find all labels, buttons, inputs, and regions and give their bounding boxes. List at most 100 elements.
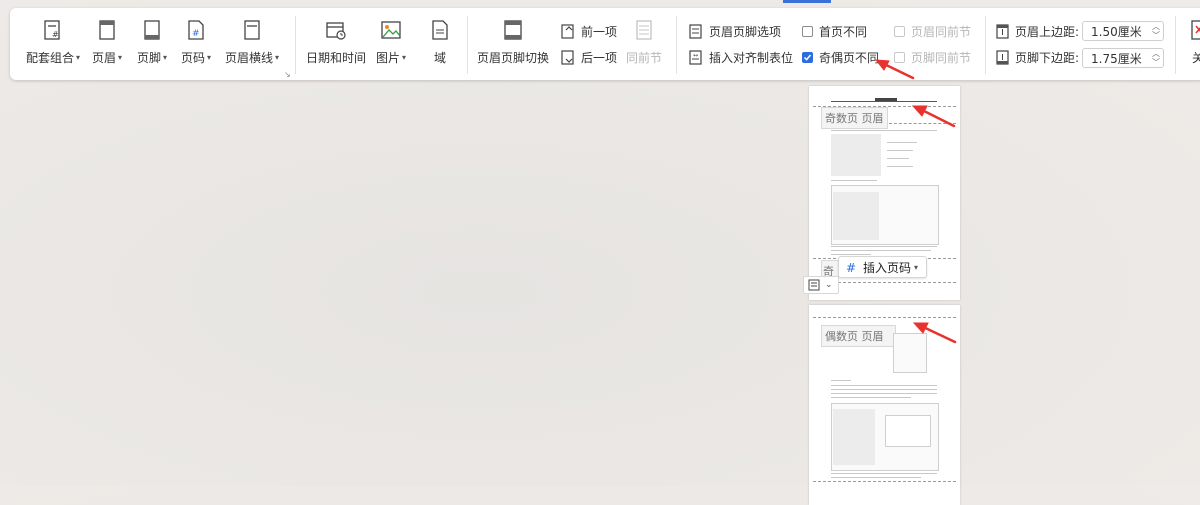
next-item-icon xyxy=(560,49,576,65)
checkbox-checked-icon[interactable] xyxy=(802,51,813,63)
text-line xyxy=(831,477,921,478)
footer-label: 页脚 xyxy=(137,51,162,65)
dialog-block xyxy=(885,415,931,447)
text-line xyxy=(887,150,913,151)
svg-text:#: # xyxy=(192,29,200,39)
odd-even-different-checkbox[interactable]: 奇偶页不同 xyxy=(802,48,879,66)
page-options-button[interactable]: ⌄ xyxy=(803,276,839,294)
header-top-margin-spinner[interactable]: ︿﹀ xyxy=(1082,21,1164,41)
header-top-margin-input[interactable] xyxy=(1083,23,1151,39)
header-line-label: 页眉横线 xyxy=(225,51,274,65)
screenshot-block xyxy=(893,333,927,373)
next-item-button[interactable]: 后一项 xyxy=(560,48,617,66)
insert-alignment-tab-button[interactable]: ↔ 插入对齐制表位 xyxy=(688,48,793,66)
page-number-label: 页码 xyxy=(181,51,206,65)
picture-button[interactable]: 图片 ▾ xyxy=(376,18,406,65)
combo-button[interactable]: # 配套组合 ▾ xyxy=(26,18,80,65)
text-line xyxy=(831,130,937,131)
text-line xyxy=(831,473,937,474)
first-page-different-label: 首页不同 xyxy=(819,24,868,39)
prev-item-button[interactable]: 前一项 xyxy=(560,22,617,40)
text-line xyxy=(887,166,913,167)
divider xyxy=(676,16,677,74)
header-footer-options-button[interactable]: 页眉页脚选项 xyxy=(688,22,781,40)
header-line-button[interactable]: 页眉横线 ▾ xyxy=(225,18,279,65)
combo-icon: # xyxy=(41,18,65,42)
text-line xyxy=(831,180,877,181)
date-time-label: 日期和时间 xyxy=(306,51,367,65)
insert-alignment-tab-label: 插入对齐制表位 xyxy=(709,50,794,65)
image-block xyxy=(833,192,879,240)
footer-button[interactable]: 页脚 ▾ xyxy=(137,18,167,65)
active-tab-indicator xyxy=(783,0,831,3)
header-label: 页眉 xyxy=(92,51,117,65)
text-line xyxy=(887,142,917,143)
chevron-down-icon: ▾ xyxy=(275,53,280,62)
header-icon xyxy=(95,18,119,42)
insert-page-number-button[interactable]: # 插入页码 ▾ xyxy=(838,256,927,278)
spin-down-icon[interactable]: ﹀ xyxy=(1151,58,1161,67)
spin-up-icon[interactable]: ︿ xyxy=(1151,49,1161,58)
header-footer-switch-label: 页眉页脚切换 xyxy=(477,51,550,65)
header-margin-icon xyxy=(994,23,1010,39)
footer-bottom-margin-label: 页脚下边距: xyxy=(1015,50,1080,65)
checkbox-disabled xyxy=(894,51,905,63)
prev-item-icon xyxy=(560,23,576,39)
header-same-as-previous-checkbox[interactable]: 页眉同前节 xyxy=(894,22,971,40)
picture-label: 图片 xyxy=(376,51,401,65)
divider xyxy=(985,16,986,74)
document-page-even[interactable]: 偶数页 页眉 xyxy=(809,305,960,505)
spin-down-icon[interactable]: ﹀ xyxy=(1151,31,1161,40)
image-block xyxy=(833,409,875,465)
text-line xyxy=(831,246,937,247)
header-line-icon xyxy=(240,18,264,42)
chevron-down-icon: ▾ xyxy=(207,53,212,62)
field-icon xyxy=(428,18,452,42)
footer-bottom-margin-label-group: 页脚下边距: xyxy=(994,48,1079,66)
close-header-footer-button[interactable]: 关 xyxy=(1186,18,1200,65)
even-header-label: 偶数页 页眉 xyxy=(821,325,896,347)
footer-bottom-margin-input[interactable] xyxy=(1083,50,1151,66)
svg-text:#: # xyxy=(52,30,59,39)
header-footer-options-label: 页眉页脚选项 xyxy=(709,24,782,39)
next-item-label: 后一项 xyxy=(581,50,618,65)
header-button[interactable]: 页眉 ▾ xyxy=(92,18,122,65)
text-line xyxy=(887,158,909,159)
calendar-icon xyxy=(324,18,348,42)
footer-same-as-previous-checkbox[interactable]: 页脚同前节 xyxy=(894,48,971,66)
footer-icon xyxy=(140,18,164,42)
text-line xyxy=(831,254,871,255)
same-as-previous-button[interactable]: 同前节 xyxy=(626,18,662,65)
footer-bottom-margin-spinner[interactable]: ︿﹀ xyxy=(1082,48,1164,68)
group-launcher-icon[interactable]: ↘ xyxy=(284,70,291,79)
spin-up-icon[interactable]: ︿ xyxy=(1151,22,1161,31)
field-label: 域 xyxy=(433,51,446,65)
header-top-margin-label-group: 页眉上边距: xyxy=(994,22,1079,40)
text-line xyxy=(831,393,937,394)
divider xyxy=(467,16,468,74)
text-line xyxy=(831,397,911,398)
image-block xyxy=(831,134,881,176)
prev-item-label: 前一项 xyxy=(581,24,618,39)
field-button[interactable]: 域 xyxy=(428,18,452,65)
chevron-down-icon: ▾ xyxy=(402,53,407,62)
picture-icon xyxy=(379,18,403,42)
same-as-previous-icon xyxy=(632,18,656,42)
date-time-button[interactable]: 日期和时间 xyxy=(306,18,366,65)
chevron-down-icon: ▾ xyxy=(914,262,919,272)
checkbox-disabled xyxy=(894,25,905,37)
page-number-button[interactable]: # 页码 ▾ xyxy=(181,18,211,65)
checkbox-unchecked[interactable] xyxy=(802,25,813,37)
header-footer-ribbon: # 配套组合▾ 页眉▾ 页脚▾ # 页码▾ 页眉横线▾ ↘ 日期和时间 xyxy=(10,8,1200,80)
page-icon xyxy=(808,279,820,291)
header-boundary xyxy=(889,123,956,124)
text-line xyxy=(831,250,931,251)
text-line xyxy=(831,389,937,390)
header-footer-switch-button[interactable]: 页眉页脚切换 xyxy=(477,18,549,65)
footer-same-as-previous-label: 页脚同前节 xyxy=(911,50,972,65)
insert-page-number-label: 插入页码 xyxy=(863,260,912,275)
first-page-different-checkbox[interactable]: 首页不同 xyxy=(802,22,867,40)
footer-boundary xyxy=(813,481,956,482)
divider xyxy=(1175,16,1176,74)
close-label: 关 xyxy=(1191,51,1200,65)
